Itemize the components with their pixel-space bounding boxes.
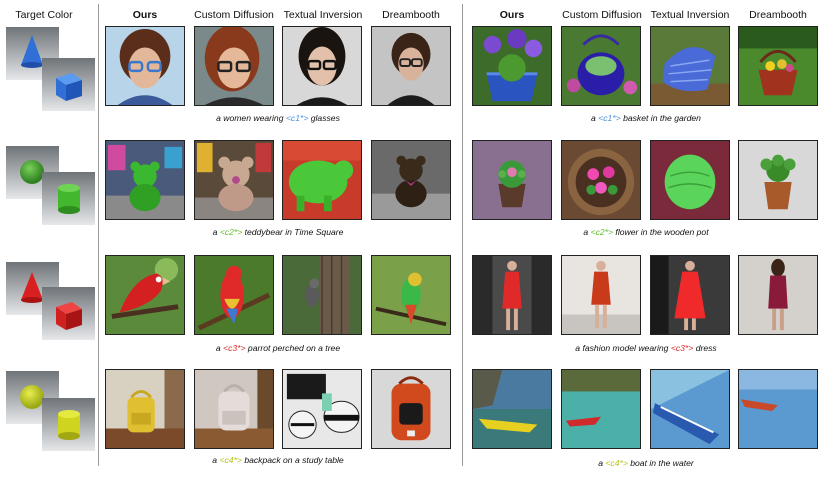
image-custom-diffusion-flower-pot	[561, 140, 641, 220]
target-color-header: Target Color	[15, 9, 73, 21]
image-textual-inversion-dress	[650, 255, 730, 335]
caption-right-row-2: a <c2*> flower in the wooden pot	[583, 227, 709, 237]
header-textual-inversion-left: Textual Inversion	[283, 9, 363, 21]
caption-left-row-2: a <c2*> teddybear in Time Square	[212, 227, 344, 237]
swatch-red-cube	[42, 287, 95, 340]
caption-right-row-1: a <c1*> basket in the garden	[591, 113, 701, 123]
image-dreambooth-basket	[738, 26, 818, 106]
image-ours-backpack	[105, 369, 185, 449]
header-ours-right: Ours	[499, 9, 525, 21]
header-textual-inversion-right: Textual Inversion	[650, 9, 730, 21]
image-ours-boat	[472, 369, 552, 449]
header-custom-diffusion-right: Custom Diffusion	[562, 9, 642, 21]
caption-left-row-3: a <c3*> parrot perched on a tree	[215, 343, 341, 353]
image-textual-inversion-parrot	[282, 255, 362, 335]
image-dreambooth-boat	[738, 369, 818, 449]
image-dreambooth-dress	[738, 255, 818, 335]
image-ours-dress	[472, 255, 552, 335]
image-dreambooth-flower-pot	[738, 140, 818, 220]
divider-left	[98, 4, 99, 466]
image-dreambooth-backpack	[371, 369, 451, 449]
header-dreambooth-left: Dreambooth	[382, 9, 440, 21]
image-textual-inversion-teddybear	[282, 140, 362, 220]
image-ours-flower-pot	[472, 140, 552, 220]
image-ours-basket	[472, 26, 552, 106]
caption-right-row-3: a fashion model wearing <c3*> dress	[575, 343, 717, 353]
image-custom-diffusion-parrot	[194, 255, 274, 335]
header-custom-diffusion-left: Custom Diffusion	[194, 9, 274, 21]
caption-left-row-1: a women wearing <c1*> glasses	[216, 113, 340, 123]
image-ours-teddybear	[105, 140, 185, 220]
image-textual-inversion-backpack	[282, 369, 362, 449]
caption-left-row-4: a <c4*> backpack on a study table	[212, 455, 344, 465]
divider-right	[462, 4, 463, 466]
image-custom-diffusion-teddybear	[194, 140, 274, 220]
image-textual-inversion-basket	[650, 26, 730, 106]
swatch-green-cylinder	[42, 172, 95, 225]
image-textual-inversion-flower-pot	[650, 140, 730, 220]
image-ours-parrot	[105, 255, 185, 335]
image-textual-inversion-boat	[650, 369, 730, 449]
header-ours-left: Ours	[132, 9, 158, 21]
image-custom-diffusion-backpack	[194, 369, 274, 449]
image-dreambooth-teddybear	[371, 140, 451, 220]
caption-right-row-4: a <c4*> boat in the water	[598, 458, 694, 468]
image-custom-diffusion-dress	[561, 255, 641, 335]
image-textual-inversion-woman-glasses	[282, 26, 362, 106]
image-custom-diffusion-boat	[561, 369, 641, 449]
header-dreambooth-right: Dreambooth	[749, 9, 807, 21]
swatch-blue-cube	[42, 58, 95, 111]
image-dreambooth-woman-glasses	[371, 26, 451, 106]
image-custom-diffusion-woman-glasses	[194, 26, 274, 106]
image-custom-diffusion-basket	[561, 26, 641, 106]
image-ours-woman-glasses	[105, 26, 185, 106]
swatch-yellow-cylinder	[42, 398, 95, 451]
image-dreambooth-parrot	[371, 255, 451, 335]
